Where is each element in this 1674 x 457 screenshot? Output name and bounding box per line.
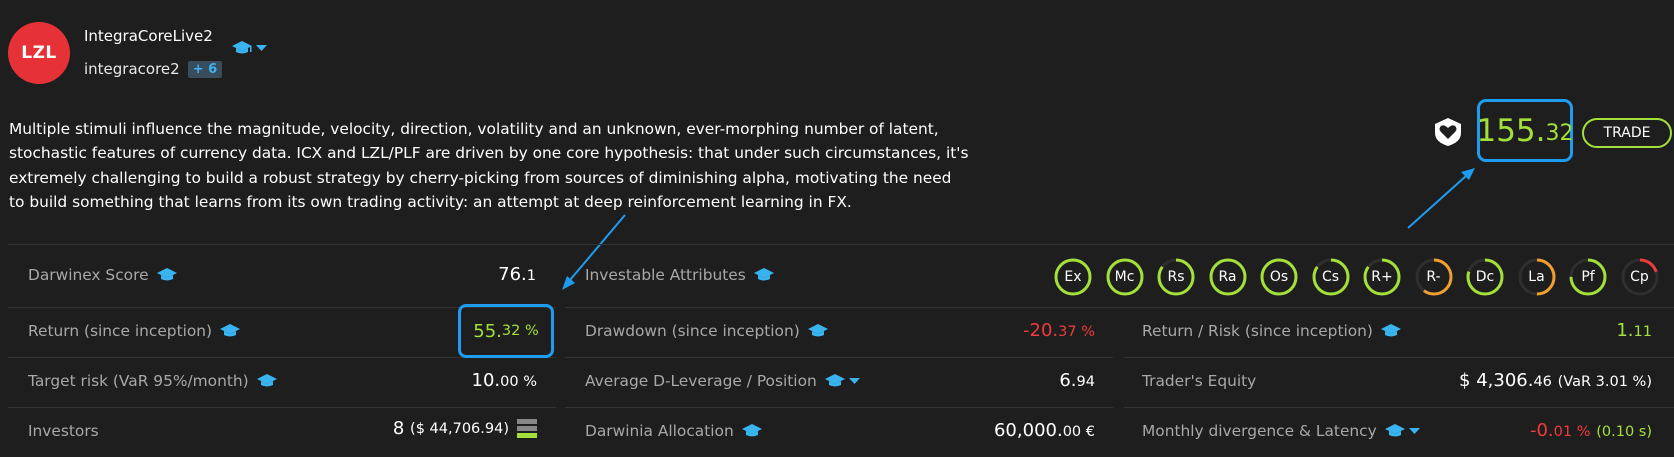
attribute-code: Pf [1581,269,1595,285]
attribute-cs[interactable]: Cs [1312,258,1350,296]
investable-attributes-label: Investable Attributes [585,266,775,284]
return-risk-label: Return / Risk (since inception) [1142,322,1402,340]
return-value: 55. 32 % [458,304,554,358]
divider [1124,357,1674,358]
attribute-os[interactable]: Os [1260,258,1298,296]
chevron-down-icon[interactable] [848,377,860,385]
attribute-code: Dc [1475,269,1495,285]
divider [565,307,1674,308]
darwinia-allocation-label: Darwinia Allocation [585,422,763,440]
target-risk-value: 10.00 % [471,370,537,391]
attribute-code: Cp [1630,269,1649,285]
attribute-code: R- [1426,269,1441,285]
return-risk-value: 1.11 [1616,320,1652,341]
attribute-cp[interactable]: Cp [1621,258,1659,296]
target-risk-label: Target risk (VaR 95%/month) [28,372,278,390]
attribute-rs[interactable]: Rs [1157,258,1195,296]
attribute-dc[interactable]: Dc [1466,258,1504,296]
divider [8,244,1674,245]
avg-leverage-label: Average D-Leverage / Position [585,372,860,390]
divergence-value: -0.01 % (0.10 s) [1529,420,1652,441]
attribute-rminus[interactable]: R- [1415,258,1453,296]
graduation-cap-icon[interactable] [1384,423,1406,439]
avg-leverage-value: 6.94 [1059,370,1095,391]
attribute-ra[interactable]: Ra [1209,258,1247,296]
attribute-ex[interactable]: Ex [1054,258,1092,296]
divider [565,357,1113,358]
graduation-cap-icon[interactable] [824,373,846,389]
attribute-code: Cs [1321,269,1340,285]
divider [1124,407,1674,408]
darwinex-score-label: Darwinex Score [28,266,178,284]
traders-equity-label: Trader's Equity [1142,372,1257,390]
attribute-code: Os [1269,269,1289,285]
graduation-cap-icon[interactable] [156,267,178,283]
attribute-code: Mc [1114,269,1135,285]
attribute-code: Ex [1064,269,1082,285]
darwinex-score-value: 76.1 [498,264,536,285]
divergence-label: Monthly divergence & Latency [1142,422,1420,440]
return-label: Return (since inception) [28,322,241,340]
traders-equity-value: $ 4,306.46 (VaR 3.01 %) [1459,370,1652,391]
divider [565,407,1113,408]
darwinia-allocation-value: 60,000.00 € [993,420,1095,441]
divider [8,407,556,408]
attribute-la[interactable]: La [1518,258,1556,296]
investors-value: 8 ($ 44,706.94) [393,418,537,439]
attribute-rplus[interactable]: R+ [1363,258,1401,296]
graduation-cap-icon[interactable] [741,423,763,439]
attribute-code: Rs [1167,269,1185,285]
graduation-cap-icon[interactable] [256,373,278,389]
attribute-code: Ra [1218,269,1237,285]
attribute-mc[interactable]: Mc [1106,258,1144,296]
drawdown-label: Drawdown (since inception) [585,322,829,340]
attribute-code: La [1528,269,1545,285]
graduation-cap-icon[interactable] [1380,323,1402,339]
graduation-cap-icon[interactable] [753,267,775,283]
attribute-pf[interactable]: Pf [1569,258,1607,296]
graduation-cap-icon[interactable] [807,323,829,339]
attribute-code: R+ [1371,269,1393,285]
graduation-cap-icon[interactable] [219,323,241,339]
drawdown-value: -20.37 % [1023,320,1095,341]
investors-label: Investors [28,422,99,440]
chevron-down-icon[interactable] [1408,427,1420,435]
bars-icon[interactable] [517,418,537,439]
